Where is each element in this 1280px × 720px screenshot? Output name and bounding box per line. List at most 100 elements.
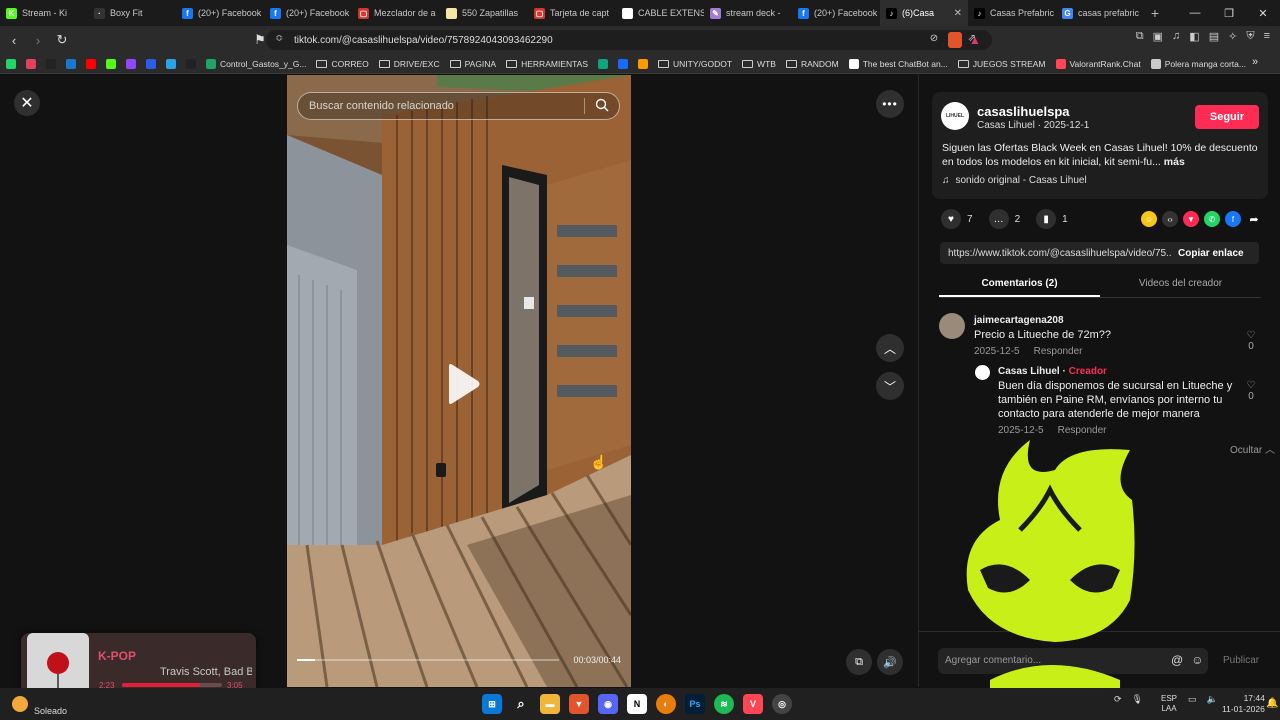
play-icon[interactable] <box>445 363 481 405</box>
notification-icon[interactable]: 🔔 <box>1266 698 1278 709</box>
emoji-icon[interactable]: ☺ <box>1191 653 1203 667</box>
repost-icon[interactable]: ▼ <box>1183 211 1199 227</box>
layout-icon[interactable]: ◧ <box>1189 30 1199 43</box>
bookmark-item[interactable]: Control_Gastos_y_G... <box>206 58 306 69</box>
bookmark-item[interactable] <box>618 58 629 69</box>
blender-icon[interactable]: ◐ <box>656 694 676 714</box>
language-indicator[interactable]: ESP LAA <box>1161 694 1177 714</box>
app-icon[interactable]: ◎ <box>772 694 792 714</box>
tab-comments[interactable]: Comentarios (2) <box>939 273 1100 297</box>
clock[interactable]: 17:44 11-01-2026 <box>1222 693 1265 715</box>
bookmark-item[interactable]: Polera manga corta... <box>1150 58 1246 69</box>
bookmark-folder[interactable]: UNITY/GODOT <box>658 59 732 69</box>
bookmark-item[interactable]: The best ChatBot an... <box>848 58 948 69</box>
sidepanel-icon[interactable]: ▣ <box>1153 30 1163 43</box>
brave-rewards-icon[interactable]: ▲ <box>969 33 981 47</box>
reply-button[interactable]: Responder <box>1034 346 1083 357</box>
next-video-button[interactable]: ﹀ <box>876 372 904 400</box>
bookmark-item[interactable] <box>166 58 176 69</box>
copy-link-button[interactable]: Copiar enlace <box>1172 248 1244 259</box>
facebook-share-icon[interactable]: f <box>1225 211 1241 227</box>
media-icon[interactable]: ♫ <box>1172 30 1180 43</box>
speaker-icon[interactable]: 🔈 <box>1207 694 1218 705</box>
reply-username[interactable]: Casas Lihuel <box>998 366 1060 377</box>
weather-widget[interactable]: Soleado <box>12 692 67 716</box>
new-tab-icon[interactable]: + <box>1144 5 1166 21</box>
previous-video-button[interactable]: ︿ <box>876 334 904 362</box>
bookmark-folder[interactable]: HERRAMIENTAS <box>506 59 588 69</box>
bookmark-item[interactable] <box>146 58 156 69</box>
discord-icon[interactable]: ◉ <box>598 694 618 714</box>
reply-like[interactable]: ♡ 0 <box>1244 380 1258 402</box>
bookmark-item[interactable]: ValorantRank.Chat <box>1055 58 1141 69</box>
tab-creator-videos[interactable]: Videos del creador <box>1100 273 1261 297</box>
bookmark-item[interactable] <box>126 58 136 69</box>
comment-action[interactable]: … 2 <box>988 209 1020 229</box>
volume-button[interactable]: 🔊 <box>877 649 903 675</box>
browser-tab[interactable]: 550 Zapatillas <box>440 0 528 26</box>
back-icon[interactable]: ‹ <box>4 30 24 50</box>
bookmark-folder[interactable]: PAGINA <box>449 59 496 69</box>
post-link[interactable]: https://www.tiktok.com/@casaslihuelspa/v… <box>940 248 1172 259</box>
hide-replies-button[interactable]: Ocultar ︿ <box>1230 441 1275 456</box>
track-progress-bar[interactable] <box>122 683 222 687</box>
leo-icon[interactable]: ✧ <box>1228 30 1237 43</box>
pip-button[interactable]: ⧉ <box>846 649 872 675</box>
bookmark-item[interactable] <box>106 58 116 69</box>
close-window-icon[interactable]: ✕ <box>1246 0 1280 26</box>
sound-link[interactable]: ♫ sonido original - Casas Lihuel <box>942 175 1087 186</box>
photoshop-icon[interactable]: Ps <box>685 694 705 714</box>
related-search-input[interactable]: Buscar contenido relacionado <box>297 92 620 120</box>
coin-icon[interactable]: ☺ <box>1141 211 1157 227</box>
like-action[interactable]: ♥ 7 <box>941 209 973 229</box>
browser-tab[interactable]: f (20+) Facebook <box>264 0 352 26</box>
start-icon[interactable]: ⊞ <box>482 694 502 714</box>
more-link[interactable]: más <box>1164 156 1185 168</box>
brave-icon[interactable]: ▼ <box>569 694 589 714</box>
network-icon[interactable]: ▭ <box>1188 694 1197 705</box>
minimize-icon[interactable]: — <box>1178 0 1212 26</box>
wallet-icon[interactable]: ▤ <box>1209 30 1219 43</box>
bookmark-folder[interactable]: DRIVE/EXC <box>378 59 440 69</box>
browser-tab[interactable]: ▭ CABLE EXTENS <box>616 0 704 26</box>
bookmark-item[interactable] <box>598 58 609 69</box>
explorer-icon[interactable]: ▬ <box>540 694 560 714</box>
creator-username[interactable]: casaslihuelspa <box>977 104 1070 119</box>
browser-tab[interactable]: ▢ Mezclador de a <box>352 0 440 26</box>
comment-username[interactable]: jaimecartagena208 <box>974 315 1064 326</box>
search-icon[interactable] <box>595 98 609 112</box>
notion-icon[interactable]: N <box>627 694 647 714</box>
bookmark-item[interactable] <box>6 58 16 69</box>
forward-share-icon[interactable]: ➦ <box>1246 211 1262 227</box>
site-info-icon[interactable]: ≎ <box>275 33 283 44</box>
bookmark-folder[interactable]: WTB <box>742 59 776 69</box>
url-field[interactable]: ≎ tiktok.com/@casaslihuelspa/video/75789… <box>266 30 992 50</box>
bookmark-item[interactable] <box>46 58 56 69</box>
forward-icon[interactable]: › <box>28 30 48 50</box>
browser-tab[interactable]: · Boxy Fit <box>88 0 176 26</box>
vpn-icon[interactable]: ⛨ <box>1246 30 1254 43</box>
creator-reply-avatar[interactable] <box>975 365 990 380</box>
maximize-icon[interactable]: ❐ <box>1212 0 1246 26</box>
extensions-icon[interactable]: ⧉ <box>1136 30 1144 43</box>
no-tracking-icon[interactable]: ⊘ <box>930 33 938 44</box>
more-options-button[interactable]: ••• <box>876 90 904 118</box>
follow-button[interactable]: Seguir <box>1195 105 1259 129</box>
browser-tab[interactable]: ✎ stream deck - <box>704 0 792 26</box>
mention-icon[interactable]: @ <box>1171 653 1183 667</box>
browser-tab[interactable]: f (20+) Facebook <box>176 0 264 26</box>
browser-tab[interactable]: ♪ Casas Prefabric <box>968 0 1056 26</box>
close-video-button[interactable]: ✕ <box>14 90 40 116</box>
reload-icon[interactable]: ↻ <box>52 30 72 50</box>
bookmark-item[interactable] <box>26 58 36 69</box>
brave-shield-icon[interactable] <box>948 32 962 48</box>
embed-icon[interactable]: ‹› <box>1162 211 1178 227</box>
comment-like[interactable]: ♡ 0 <box>1244 330 1258 352</box>
bookmark-folder[interactable]: RANDOM <box>785 59 839 69</box>
sync-icon[interactable]: ⟳ <box>1114 694 1122 705</box>
publish-button[interactable]: Publicar <box>1223 655 1259 666</box>
save-action[interactable]: ▮ 1 <box>1036 209 1068 229</box>
browser-tab[interactable]: K Stream - Ki <box>0 0 88 26</box>
browser-tab[interactable]: ♪ (6)Casa ✕ <box>880 0 968 26</box>
whatsapp-icon[interactable]: ✆ <box>1204 211 1220 227</box>
